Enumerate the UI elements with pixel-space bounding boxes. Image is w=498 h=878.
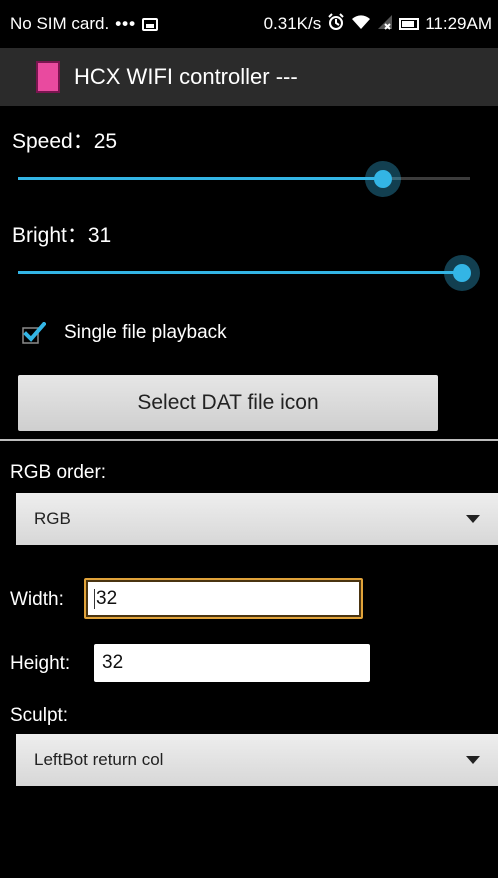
alarm-icon bbox=[327, 12, 345, 36]
section-divider bbox=[0, 439, 498, 441]
speed-slider-thumb[interactable] bbox=[374, 170, 392, 188]
dropdown-caret-icon bbox=[466, 756, 480, 764]
bright-slider-thumb[interactable] bbox=[453, 264, 471, 282]
sculpt-spinner[interactable]: LeftBot return col bbox=[16, 734, 498, 786]
width-label: Width: bbox=[10, 589, 64, 610]
select-dat-file-button[interactable]: Select DAT file icon bbox=[18, 375, 438, 431]
app-title: HCX WIFI controller --- bbox=[74, 64, 298, 89]
height-input[interactable]: 32 bbox=[94, 644, 370, 682]
width-value: 32 bbox=[96, 587, 118, 609]
status-bar: No SIM card. ••• 0.31K/s 11:29AM bbox=[0, 0, 498, 48]
sculpt-value: LeftBot return col bbox=[34, 750, 164, 769]
signal-icon bbox=[377, 14, 393, 35]
single-file-playback-checkbox[interactable] bbox=[22, 322, 46, 344]
bright-slider-fill bbox=[18, 271, 462, 274]
sculpt-label: Sculpt: bbox=[10, 705, 69, 726]
clock: 11:29AM bbox=[425, 14, 492, 33]
single-file-playback-row[interactable]: Single file playback bbox=[22, 322, 227, 344]
network-speed: 0.31K/s bbox=[263, 14, 322, 33]
dropdown-caret-icon bbox=[466, 515, 480, 523]
height-label: Height: bbox=[10, 653, 71, 674]
rgb-order-value: RGB bbox=[34, 509, 71, 528]
width-input[interactable]: 32 bbox=[84, 578, 363, 619]
battery-icon bbox=[399, 18, 420, 30]
height-value: 32 bbox=[102, 652, 124, 673]
carrier-text: No SIM card. bbox=[10, 14, 110, 33]
single-file-playback-label: Single file playback bbox=[64, 322, 227, 343]
rgb-order-label: RGB order: bbox=[10, 462, 107, 483]
app-icon bbox=[36, 61, 60, 93]
speed-slider[interactable] bbox=[18, 161, 470, 197]
action-bar: HCX WIFI controller --- bbox=[0, 48, 498, 106]
bright-slider[interactable] bbox=[18, 255, 480, 291]
more-dots: ••• bbox=[115, 14, 137, 33]
speed-slider-fill bbox=[18, 177, 383, 180]
rgb-order-spinner[interactable]: RGB bbox=[16, 493, 498, 545]
bright-label: Bright：31 bbox=[12, 224, 112, 247]
image-notification-icon bbox=[142, 17, 159, 31]
text-cursor bbox=[94, 588, 95, 609]
wifi-icon bbox=[351, 14, 371, 35]
speed-label: Speed：25 bbox=[12, 130, 118, 153]
